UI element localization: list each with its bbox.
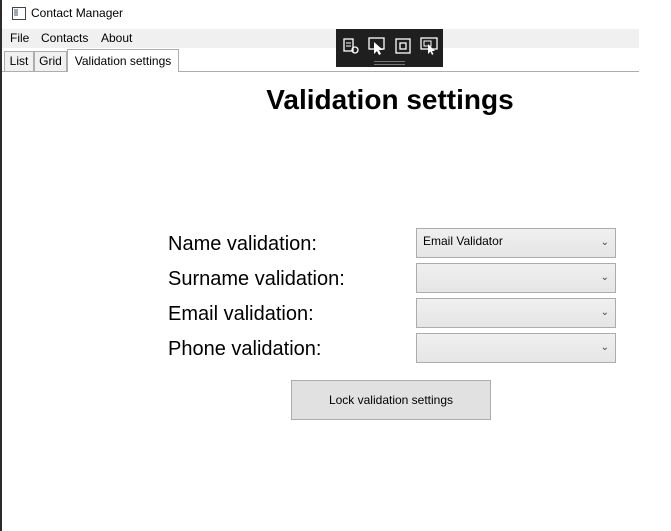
surname-validation-label: Surname validation: [168, 268, 345, 290]
app-window-icon [12, 7, 26, 20]
chevron-down-icon: ⌄ [600, 237, 609, 248]
email-validation-combobox[interactable]: ⌄ [416, 298, 616, 328]
tab-list[interactable]: List [4, 51, 34, 71]
chevron-down-icon: ⌄ [600, 272, 609, 283]
menu-about[interactable]: About [99, 31, 134, 45]
name-validation-value: Email Validator [423, 234, 503, 248]
page-title: Validation settings [266, 84, 514, 115]
tab-grid[interactable]: Grid [34, 51, 67, 71]
title-bar: Contact Manager [2, 0, 671, 28]
lock-validation-settings-button[interactable]: Lock validation settings [291, 380, 491, 420]
select-element-icon[interactable] [368, 37, 386, 55]
menu-contacts[interactable]: Contacts [39, 31, 90, 45]
window-title: Contact Manager [31, 6, 124, 20]
phone-validation-combobox[interactable]: ⌄ [416, 333, 616, 363]
name-validation-label: Name validation: [168, 233, 317, 255]
xaml-debug-toolbar [336, 29, 443, 67]
surname-validation-combobox[interactable]: ⌄ [416, 263, 616, 293]
email-validation-label: Email validation: [168, 303, 314, 325]
live-visual-tree-icon[interactable] [342, 37, 360, 55]
chevron-down-icon: ⌄ [600, 307, 609, 318]
name-validation-combobox[interactable]: Email Validator ⌄ [416, 228, 616, 258]
window-border [0, 0, 2, 531]
tab-validation-settings[interactable]: Validation settings [67, 49, 179, 72]
track-focused-element-icon[interactable] [420, 37, 438, 55]
menu-file[interactable]: File [8, 31, 31, 45]
toolbar-grip[interactable] [374, 61, 405, 65]
display-layout-adorners-icon[interactable] [394, 37, 412, 55]
chevron-down-icon: ⌄ [600, 342, 609, 353]
phone-validation-label: Phone validation: [168, 338, 322, 360]
menu-bar: File Contacts About [2, 29, 639, 48]
